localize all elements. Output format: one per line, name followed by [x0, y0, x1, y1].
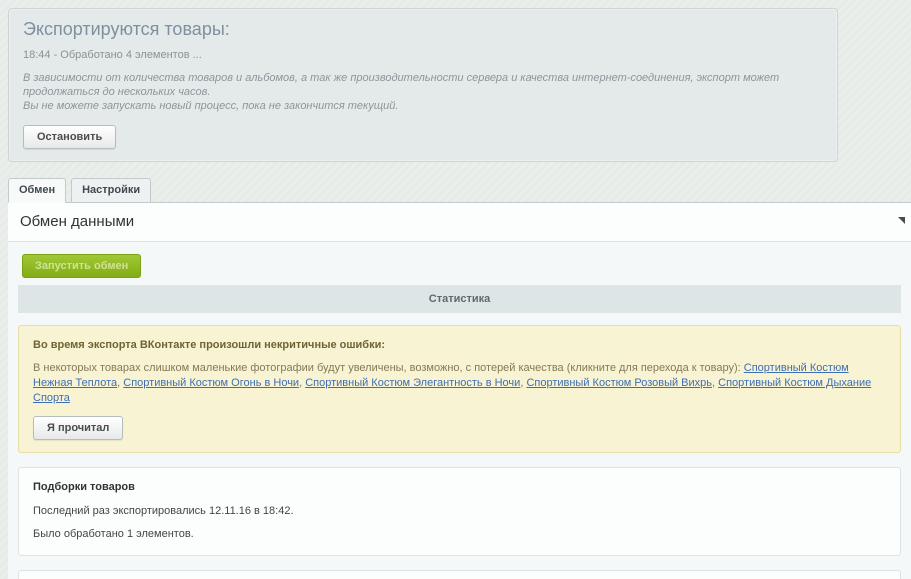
page-header: Обмен данными: [8, 202, 911, 242]
export-note: В зависимости от количества товаров и ал…: [23, 71, 823, 113]
warning-box: Во время экспорта ВКонтакте произошли не…: [18, 325, 901, 453]
export-status-box: Экспортируются товары: 18:44 - Обработан…: [8, 8, 838, 162]
product-link[interactable]: Спортивный Костюм Розовый Вихрь: [526, 377, 712, 389]
stop-button[interactable]: Остановить: [23, 125, 116, 149]
collections-processed: Было обработано 1 элементов.: [33, 528, 886, 540]
statistics-header: Статистика: [18, 285, 901, 313]
export-status-title: Экспортируются товары:: [23, 19, 823, 40]
collections-section: Подборки товаров Последний раз экспортир…: [18, 467, 901, 556]
tab-exchange[interactable]: Обмен: [8, 178, 66, 203]
warning-message: В некоторых товарах слишком маленькие фо…: [33, 361, 886, 406]
export-note-line1: В зависимости от количества товаров и ал…: [23, 71, 823, 99]
acknowledge-button[interactable]: Я прочитал: [33, 416, 123, 440]
products-section: Товары Экспорт выполняется сейчас. Обраб…: [18, 570, 901, 579]
product-link[interactable]: Спортивный Костюм Огонь в Ночи: [123, 377, 299, 389]
page-title: Обмен данными: [20, 213, 899, 230]
run-exchange-button[interactable]: Запустить обмен: [22, 254, 141, 278]
tab-settings[interactable]: Настройки: [71, 178, 151, 202]
warning-title: Во время экспорта ВКонтакте произошли не…: [33, 339, 886, 351]
collections-title: Подборки товаров: [33, 481, 886, 493]
warning-message-text: В некоторых товарах слишком маленькие фо…: [33, 362, 741, 374]
export-progress-text: 18:44 - Обработано 4 элементов ...: [23, 49, 823, 61]
main-container: Обмен данными Запустить обмен Статистика…: [8, 202, 911, 579]
export-note-line2: Вы не можете запускать новый процесс, по…: [23, 99, 823, 113]
collections-last-export: Последний раз экспортировались 12.11.16 …: [33, 505, 886, 517]
exchange-panel: Запустить обмен Статистика Во время эксп…: [8, 242, 911, 579]
export-exchange-page: Экспортируются товары: 18:44 - Обработан…: [0, 0, 911, 579]
collapse-corner-icon[interactable]: [898, 217, 905, 224]
product-link[interactable]: Спортивный Костюм Элегантность в Ночи: [305, 377, 520, 389]
tab-bar: Обмен Настройки: [8, 178, 911, 202]
